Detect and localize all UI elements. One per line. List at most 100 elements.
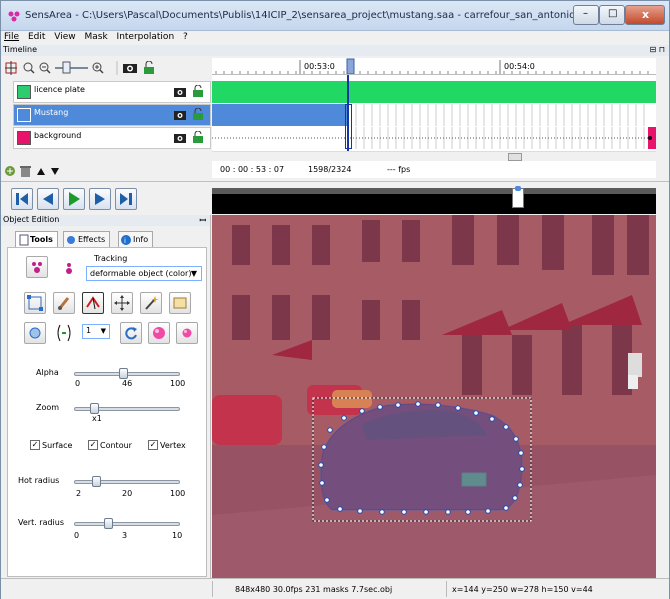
vert-radius-thumb[interactable] [104, 518, 113, 529]
zoom-in-track-icon[interactable] [23, 62, 35, 74]
mask-vertex-handle[interactable] [445, 509, 451, 515]
next-frame-button[interactable] [89, 188, 111, 210]
pink-ball-small-tool[interactable] [176, 322, 198, 344]
lane-licence-plate[interactable] [212, 81, 656, 103]
visibility-eye-icon[interactable] [174, 132, 186, 144]
scrubber-thumb[interactable] [512, 188, 524, 208]
lane-mustang[interactable] [212, 104, 656, 126]
zoom-slider-thumb[interactable] [90, 403, 99, 414]
mask-vertex-handle[interactable] [489, 416, 495, 422]
show-all-icon[interactable] [123, 64, 137, 73]
brush-tool[interactable] [53, 292, 75, 314]
menu-mask[interactable]: Mask [81, 31, 110, 42]
refresh-tool[interactable] [120, 322, 142, 344]
mask-vertex-handle[interactable] [327, 427, 333, 433]
mask-vertex-handle[interactable] [318, 462, 324, 468]
contour-checkbox[interactable]: ✓ [88, 440, 98, 450]
surface-checkbox[interactable]: ✓ [30, 440, 40, 450]
snapshot-tool[interactable] [24, 322, 46, 344]
timeline-lanes[interactable]: 00:53:0 00:54:0 [212, 58, 656, 178]
frame-time[interactable]: 00 : 00 : 53 : 07 [220, 165, 284, 174]
interpolate-tool[interactable] [53, 322, 75, 344]
track-row[interactable]: Mustang [13, 104, 211, 126]
scroll-thumb[interactable] [508, 153, 522, 161]
mask-vertex-handle[interactable] [337, 506, 343, 512]
mask-vertex-handle[interactable] [319, 480, 325, 486]
delete-track-icon[interactable] [20, 166, 31, 177]
vertex-checkbox[interactable]: ✓ [148, 440, 158, 450]
vert-radius-slider[interactable] [74, 522, 180, 526]
hot-radius-slider[interactable] [74, 480, 180, 484]
mask-vertex-handle[interactable] [435, 402, 441, 408]
zoom-out-icon[interactable] [39, 62, 51, 74]
fit-icon[interactable] [5, 61, 17, 75]
mask-vertex-handle[interactable] [423, 509, 429, 515]
track-one-button[interactable] [58, 256, 80, 278]
add-track-icon[interactable] [5, 166, 15, 176]
magic-wand-tool[interactable] [140, 292, 162, 314]
lane-background[interactable] [212, 127, 656, 149]
mask-vertex-handle[interactable] [517, 482, 523, 488]
pink-ball-large-tool[interactable] [148, 322, 170, 344]
first-frame-button[interactable] [11, 188, 33, 210]
track-color-swatch[interactable] [17, 85, 31, 99]
bounding-box-tool[interactable] [24, 292, 46, 314]
mask-vertex-handle[interactable] [324, 497, 330, 503]
track-row[interactable]: background [13, 127, 211, 149]
mask-vertex-handle[interactable] [455, 405, 461, 411]
previous-frame-button[interactable] [37, 188, 59, 210]
mask-vertex-handle[interactable] [395, 402, 401, 408]
alpha-slider-thumb[interactable] [118, 368, 128, 379]
visibility-eye-icon[interactable] [174, 86, 186, 98]
mask-vertex-handle[interactable] [357, 508, 363, 514]
timeline-zoom-slider[interactable] [55, 61, 88, 74]
menu-edit[interactable]: Edit [25, 31, 48, 42]
mask-vertex-handle[interactable] [341, 415, 347, 421]
move-tool[interactable] [111, 292, 133, 314]
track-color-swatch[interactable] [17, 131, 31, 145]
lock-icon[interactable] [192, 108, 204, 120]
step-selector[interactable]: 1 ▼ [82, 324, 110, 339]
mask-vertex-handle[interactable] [465, 509, 471, 515]
lock-icon[interactable] [192, 85, 204, 97]
play-button[interactable] [63, 188, 85, 210]
video-frame[interactable] [212, 215, 656, 578]
lock-all-icon[interactable] [144, 61, 154, 74]
panel-pin-icon[interactable]: ꟷ [199, 215, 206, 226]
playhead-marker[interactable] [346, 58, 355, 74]
menu-interpolation[interactable]: Interpolation [114, 31, 178, 42]
close-button[interactable]: x [625, 5, 665, 25]
mask-vertex-handle[interactable] [519, 466, 525, 472]
lock-icon[interactable] [192, 131, 204, 143]
mask-vertex-handle[interactable] [321, 444, 327, 450]
time-ruler[interactable] [212, 58, 656, 75]
zoom-in-icon[interactable] [92, 62, 104, 74]
track-all-button[interactable] [26, 256, 48, 278]
mask-vertex-handle[interactable] [473, 410, 479, 416]
visibility-eye-icon[interactable] [174, 109, 186, 121]
mask-vertex-handle[interactable] [377, 404, 383, 410]
mask-vertex-handle[interactable] [512, 495, 518, 501]
mask-vertex-handle[interactable] [415, 401, 421, 407]
panel-pin-icon[interactable]: ⊟ ⊓ [650, 45, 666, 54]
menu-file[interactable]: File [1, 31, 22, 42]
mask-vertex-handle[interactable] [359, 408, 365, 414]
tracking-mode-select[interactable]: deformable object (color) ▼ [86, 266, 202, 281]
menu-view[interactable]: View [51, 31, 78, 42]
video-canvas[interactable] [212, 215, 656, 578]
mask-vertex-handle[interactable] [503, 505, 509, 511]
maximize-button[interactable]: □ [599, 5, 625, 25]
move-down-icon[interactable] [51, 168, 59, 175]
track-row[interactable]: licence plate [13, 81, 211, 103]
mask-vertex-handle[interactable] [503, 424, 509, 430]
move-up-icon[interactable] [37, 168, 45, 175]
mask-vertex-handle[interactable] [518, 450, 524, 456]
last-frame-button[interactable] [115, 188, 137, 210]
video-scrubber[interactable] [212, 186, 656, 214]
hot-radius-thumb[interactable] [92, 476, 101, 487]
mask-vertex-handle[interactable] [401, 509, 407, 515]
vertex-tool[interactable] [82, 292, 104, 314]
image-tool[interactable] [169, 292, 191, 314]
timeline-scrollbar[interactable] [212, 151, 656, 161]
mask-vertex-handle[interactable] [485, 508, 491, 514]
